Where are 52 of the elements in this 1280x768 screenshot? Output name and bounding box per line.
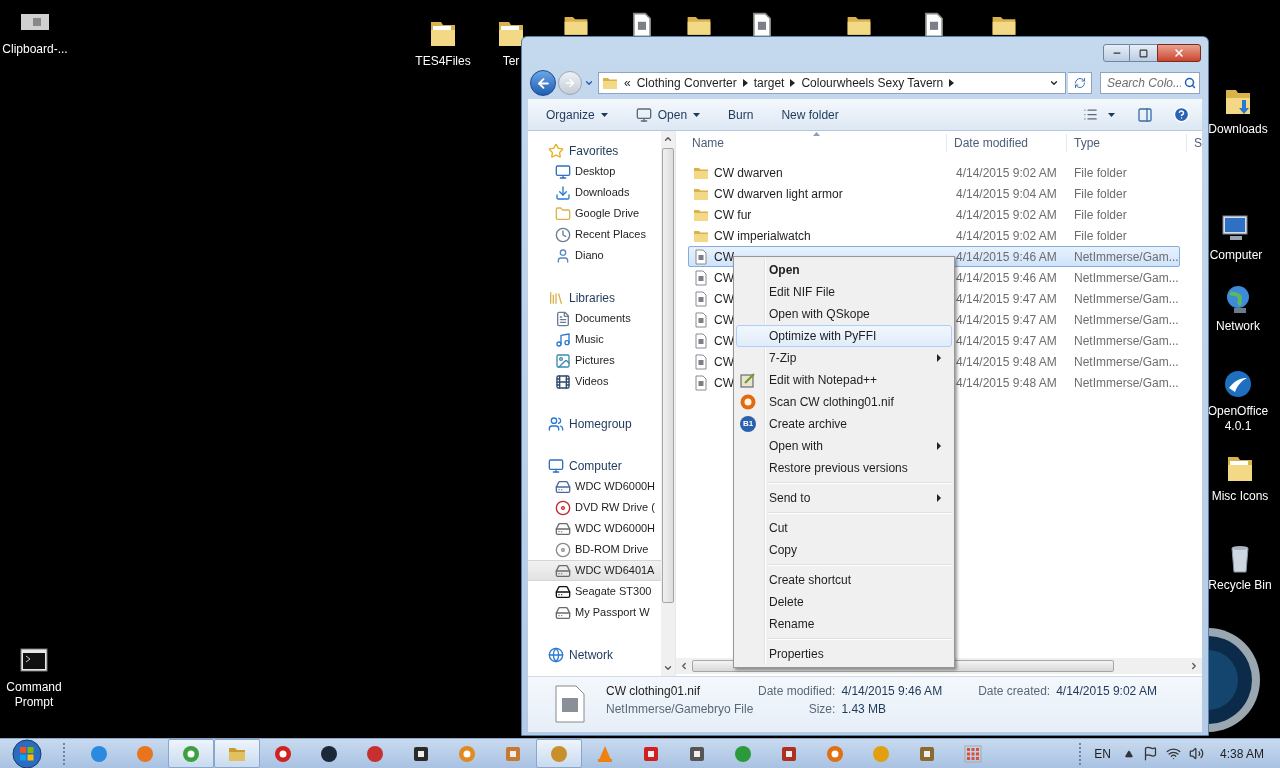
date-modified: 4/14/2015 9:02 AM [955, 227, 1058, 245]
nav-group-label: Favorites [569, 142, 619, 160]
date-modified: 4/14/2015 9:02 AM [955, 164, 1058, 182]
nav-item-label: WDC WD6000H [575, 521, 656, 537]
file-type: File folder [1073, 206, 1127, 224]
nav-item-label: Videos [575, 374, 609, 390]
nav-group-label: Homegroup [569, 415, 632, 433]
file-type: NetImmerse/Gam... [1073, 332, 1179, 350]
nav-item-label: Desktop [575, 164, 616, 180]
date-modified: 4/14/2015 9:47 AM [955, 311, 1058, 329]
nav-item-label: Seagate ST300 [575, 584, 652, 600]
file-type: File folder [1073, 227, 1127, 245]
details-label: Date modified: [758, 683, 836, 700]
date-modified: 4/14/2015 9:46 AM [955, 269, 1058, 287]
file-type: NetImmerse/Gam... [1073, 374, 1179, 392]
date-modified: 4/14/2015 9:46 AM [955, 248, 1058, 266]
details-value: 4/14/2015 9:46 AM [841, 683, 943, 700]
file-type: NetImmerse/Gam... [1073, 290, 1179, 308]
date-modified: 4/14/2015 9:48 AM [955, 374, 1058, 392]
nav-item-label: DVD RW Drive ( [575, 500, 655, 516]
nav-item-label: Downloads [575, 185, 630, 201]
file-type: NetImmerse/Gam... [1073, 269, 1179, 287]
details-value: 1.43 MB [841, 701, 888, 718]
details-file-name: CW clothing01.nif [606, 683, 702, 700]
file-type: NetImmerse/Gam... [1073, 248, 1179, 266]
file-type: File folder [1073, 185, 1127, 203]
date-modified: 4/14/2015 9:02 AM [955, 206, 1058, 224]
details-file-type: NetImmerse/Gamebryo File [606, 701, 755, 718]
nav-item-label: Documents [575, 311, 631, 327]
nav-group-label: Libraries [569, 289, 616, 307]
nav-group-label: Computer [569, 457, 622, 475]
nav-item-label: Google Drive [575, 206, 640, 222]
archive-badge-icon: B1 [740, 416, 756, 432]
details-label: Date created: [978, 683, 1051, 700]
date-modified: 4/14/2015 9:47 AM [955, 290, 1058, 308]
nav-item-label: Diano [575, 248, 604, 264]
nav-group-label: Network [569, 646, 613, 664]
file-type: NetImmerse/Gam... [1073, 311, 1179, 329]
nav-item-label: Recent Places [575, 227, 646, 243]
nav-item-label: WDC WD6000H [575, 479, 656, 495]
nav-item-label: Music [575, 332, 604, 348]
file-type: NetImmerse/Gam... [1073, 353, 1179, 371]
nav-item-label: BD-ROM Drive [575, 542, 649, 558]
date-modified: 4/14/2015 9:04 AM [955, 185, 1058, 203]
file-type: File folder [1073, 164, 1127, 182]
nav-item-label: My Passport W [575, 605, 650, 621]
nav-item-label: WDC WD6401A [575, 563, 655, 579]
date-modified: 4/14/2015 9:47 AM [955, 332, 1058, 350]
nav-item-label: Pictures [575, 353, 615, 369]
details-label: Size: [807, 701, 836, 718]
details-value: 4/14/2015 9:02 AM [1056, 683, 1157, 700]
date-modified: 4/14/2015 9:48 AM [955, 353, 1058, 371]
